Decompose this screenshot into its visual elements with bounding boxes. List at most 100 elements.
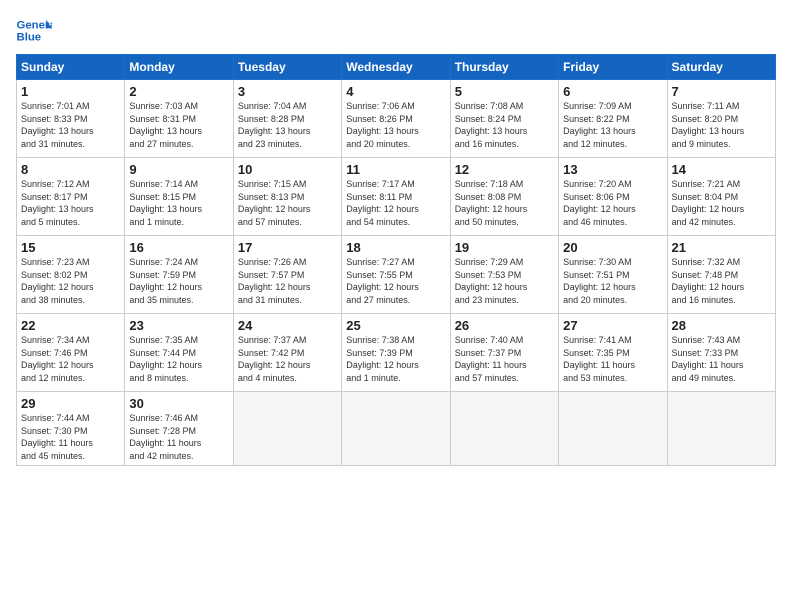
day-number: 22 [21, 318, 120, 333]
logo-icon: General Blue [16, 16, 52, 44]
day-info: Sunrise: 7:26 AM Sunset: 7:57 PM Dayligh… [238, 256, 337, 306]
day-info: Sunrise: 7:06 AM Sunset: 8:26 PM Dayligh… [346, 100, 445, 150]
day-number: 10 [238, 162, 337, 177]
calendar-cell: 26Sunrise: 7:40 AM Sunset: 7:37 PM Dayli… [450, 314, 558, 392]
calendar-cell: 5Sunrise: 7:08 AM Sunset: 8:24 PM Daylig… [450, 80, 558, 158]
calendar-cell: 3Sunrise: 7:04 AM Sunset: 8:28 PM Daylig… [233, 80, 341, 158]
svg-text:Blue: Blue [17, 32, 42, 44]
day-number: 4 [346, 84, 445, 99]
day-number: 19 [455, 240, 554, 255]
calendar-cell: 30Sunrise: 7:46 AM Sunset: 7:28 PM Dayli… [125, 392, 233, 466]
day-info: Sunrise: 7:38 AM Sunset: 7:39 PM Dayligh… [346, 334, 445, 384]
day-number: 3 [238, 84, 337, 99]
day-number: 27 [563, 318, 662, 333]
day-number: 13 [563, 162, 662, 177]
day-info: Sunrise: 7:34 AM Sunset: 7:46 PM Dayligh… [21, 334, 120, 384]
day-number: 18 [346, 240, 445, 255]
calendar-cell: 15Sunrise: 7:23 AM Sunset: 8:02 PM Dayli… [17, 236, 125, 314]
day-info: Sunrise: 7:35 AM Sunset: 7:44 PM Dayligh… [129, 334, 228, 384]
day-number: 25 [346, 318, 445, 333]
calendar-cell: 2Sunrise: 7:03 AM Sunset: 8:31 PM Daylig… [125, 80, 233, 158]
calendar-cell: 21Sunrise: 7:32 AM Sunset: 7:48 PM Dayli… [667, 236, 775, 314]
day-info: Sunrise: 7:41 AM Sunset: 7:35 PM Dayligh… [563, 334, 662, 384]
calendar-cell: 13Sunrise: 7:20 AM Sunset: 8:06 PM Dayli… [559, 158, 667, 236]
day-info: Sunrise: 7:30 AM Sunset: 7:51 PM Dayligh… [563, 256, 662, 306]
day-number: 29 [21, 396, 120, 411]
day-number: 26 [455, 318, 554, 333]
day-number: 1 [21, 84, 120, 99]
calendar-cell: 10Sunrise: 7:15 AM Sunset: 8:13 PM Dayli… [233, 158, 341, 236]
day-info: Sunrise: 7:29 AM Sunset: 7:53 PM Dayligh… [455, 256, 554, 306]
day-number: 14 [672, 162, 771, 177]
day-number: 5 [455, 84, 554, 99]
calendar-cell [233, 392, 341, 466]
day-number: 15 [21, 240, 120, 255]
calendar-cell: 9Sunrise: 7:14 AM Sunset: 8:15 PM Daylig… [125, 158, 233, 236]
day-info: Sunrise: 7:44 AM Sunset: 7:30 PM Dayligh… [21, 412, 120, 462]
col-header-thursday: Thursday [450, 55, 558, 80]
calendar-cell: 14Sunrise: 7:21 AM Sunset: 8:04 PM Dayli… [667, 158, 775, 236]
calendar-cell: 6Sunrise: 7:09 AM Sunset: 8:22 PM Daylig… [559, 80, 667, 158]
day-info: Sunrise: 7:24 AM Sunset: 7:59 PM Dayligh… [129, 256, 228, 306]
calendar-cell: 17Sunrise: 7:26 AM Sunset: 7:57 PM Dayli… [233, 236, 341, 314]
day-number: 24 [238, 318, 337, 333]
col-header-sunday: Sunday [17, 55, 125, 80]
calendar-cell: 27Sunrise: 7:41 AM Sunset: 7:35 PM Dayli… [559, 314, 667, 392]
day-number: 6 [563, 84, 662, 99]
calendar-cell [667, 392, 775, 466]
logo: General Blue [16, 16, 56, 44]
day-info: Sunrise: 7:21 AM Sunset: 8:04 PM Dayligh… [672, 178, 771, 228]
day-number: 20 [563, 240, 662, 255]
col-header-monday: Monday [125, 55, 233, 80]
day-info: Sunrise: 7:14 AM Sunset: 8:15 PM Dayligh… [129, 178, 228, 228]
day-number: 23 [129, 318, 228, 333]
calendar-cell: 25Sunrise: 7:38 AM Sunset: 7:39 PM Dayli… [342, 314, 450, 392]
calendar-cell [559, 392, 667, 466]
calendar-cell: 18Sunrise: 7:27 AM Sunset: 7:55 PM Dayli… [342, 236, 450, 314]
col-header-saturday: Saturday [667, 55, 775, 80]
day-number: 28 [672, 318, 771, 333]
day-info: Sunrise: 7:01 AM Sunset: 8:33 PM Dayligh… [21, 100, 120, 150]
calendar-cell: 12Sunrise: 7:18 AM Sunset: 8:08 PM Dayli… [450, 158, 558, 236]
day-info: Sunrise: 7:17 AM Sunset: 8:11 PM Dayligh… [346, 178, 445, 228]
day-number: 21 [672, 240, 771, 255]
day-info: Sunrise: 7:08 AM Sunset: 8:24 PM Dayligh… [455, 100, 554, 150]
calendar-cell: 7Sunrise: 7:11 AM Sunset: 8:20 PM Daylig… [667, 80, 775, 158]
day-number: 17 [238, 240, 337, 255]
day-info: Sunrise: 7:03 AM Sunset: 8:31 PM Dayligh… [129, 100, 228, 150]
calendar-cell: 8Sunrise: 7:12 AM Sunset: 8:17 PM Daylig… [17, 158, 125, 236]
col-header-tuesday: Tuesday [233, 55, 341, 80]
day-info: Sunrise: 7:27 AM Sunset: 7:55 PM Dayligh… [346, 256, 445, 306]
header: General Blue [16, 16, 776, 44]
day-info: Sunrise: 7:32 AM Sunset: 7:48 PM Dayligh… [672, 256, 771, 306]
day-info: Sunrise: 7:18 AM Sunset: 8:08 PM Dayligh… [455, 178, 554, 228]
calendar-cell: 23Sunrise: 7:35 AM Sunset: 7:44 PM Dayli… [125, 314, 233, 392]
calendar: SundayMondayTuesdayWednesdayThursdayFrid… [16, 54, 776, 466]
calendar-cell: 28Sunrise: 7:43 AM Sunset: 7:33 PM Dayli… [667, 314, 775, 392]
day-info: Sunrise: 7:43 AM Sunset: 7:33 PM Dayligh… [672, 334, 771, 384]
day-number: 8 [21, 162, 120, 177]
day-info: Sunrise: 7:04 AM Sunset: 8:28 PM Dayligh… [238, 100, 337, 150]
day-info: Sunrise: 7:40 AM Sunset: 7:37 PM Dayligh… [455, 334, 554, 384]
calendar-cell: 1Sunrise: 7:01 AM Sunset: 8:33 PM Daylig… [17, 80, 125, 158]
calendar-cell: 24Sunrise: 7:37 AM Sunset: 7:42 PM Dayli… [233, 314, 341, 392]
col-header-wednesday: Wednesday [342, 55, 450, 80]
day-number: 30 [129, 396, 228, 411]
calendar-cell [342, 392, 450, 466]
page: General Blue SundayMondayTuesdayWednesda… [0, 0, 792, 612]
col-header-friday: Friday [559, 55, 667, 80]
calendar-cell: 29Sunrise: 7:44 AM Sunset: 7:30 PM Dayli… [17, 392, 125, 466]
day-info: Sunrise: 7:15 AM Sunset: 8:13 PM Dayligh… [238, 178, 337, 228]
calendar-cell: 16Sunrise: 7:24 AM Sunset: 7:59 PM Dayli… [125, 236, 233, 314]
calendar-cell: 20Sunrise: 7:30 AM Sunset: 7:51 PM Dayli… [559, 236, 667, 314]
day-info: Sunrise: 7:46 AM Sunset: 7:28 PM Dayligh… [129, 412, 228, 462]
day-number: 7 [672, 84, 771, 99]
day-info: Sunrise: 7:37 AM Sunset: 7:42 PM Dayligh… [238, 334, 337, 384]
calendar-cell: 19Sunrise: 7:29 AM Sunset: 7:53 PM Dayli… [450, 236, 558, 314]
day-number: 12 [455, 162, 554, 177]
calendar-cell: 4Sunrise: 7:06 AM Sunset: 8:26 PM Daylig… [342, 80, 450, 158]
day-info: Sunrise: 7:09 AM Sunset: 8:22 PM Dayligh… [563, 100, 662, 150]
day-info: Sunrise: 7:11 AM Sunset: 8:20 PM Dayligh… [672, 100, 771, 150]
day-info: Sunrise: 7:12 AM Sunset: 8:17 PM Dayligh… [21, 178, 120, 228]
calendar-cell [450, 392, 558, 466]
